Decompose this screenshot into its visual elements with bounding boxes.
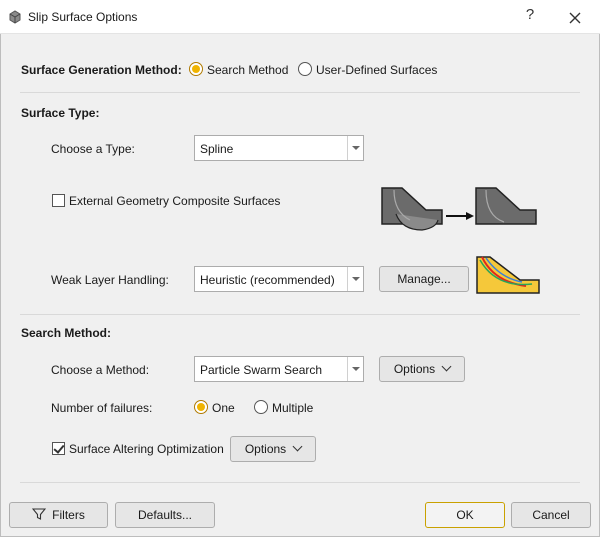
close-icon[interactable] xyxy=(565,8,585,28)
separator xyxy=(20,482,580,483)
choose-method-label: Choose a Method: xyxy=(51,363,150,377)
altering-options-button[interactable]: Options xyxy=(230,436,316,462)
altering-options-label: Options xyxy=(244,442,287,456)
weak-layer-value: Heuristic (recommended) xyxy=(200,273,335,287)
surface-type-heading: Surface Type: xyxy=(21,106,100,120)
chevron-down-icon[interactable] xyxy=(347,357,363,381)
search-options-button[interactable]: Options xyxy=(379,356,465,382)
surface-type-combo[interactable]: Spline xyxy=(194,135,364,161)
external-geometry-label[interactable]: External Geometry Composite Surfaces xyxy=(69,194,280,208)
user-defined-surfaces-label[interactable]: User-Defined Surfaces xyxy=(316,63,437,77)
number-of-failures-label: Number of failures: xyxy=(51,401,153,415)
chevron-down-icon[interactable] xyxy=(347,267,363,291)
app-icon xyxy=(9,10,21,24)
chevron-down-icon[interactable] xyxy=(347,136,363,160)
title-bar: Slip Surface Options ? xyxy=(0,0,600,34)
defaults-button[interactable]: Defaults... xyxy=(115,502,215,528)
surface-type-value: Spline xyxy=(200,142,234,156)
cancel-button[interactable]: Cancel xyxy=(511,502,591,528)
chevron-down-icon xyxy=(441,361,452,372)
search-method-label[interactable]: Search Method xyxy=(207,63,288,77)
failures-one-label[interactable]: One xyxy=(212,401,235,415)
weak-layer-label: Weak Layer Handling: xyxy=(51,273,169,287)
search-method-combo[interactable]: Particle Swarm Search xyxy=(194,356,364,382)
search-method-radio[interactable] xyxy=(189,62,203,76)
weak-layer-illustration-icon xyxy=(476,256,540,294)
generation-method-label: Surface Generation Method: xyxy=(21,63,182,77)
funnel-icon xyxy=(31,508,47,520)
search-options-label: Options xyxy=(393,362,436,376)
filters-label: Filters xyxy=(52,508,85,522)
separator xyxy=(20,92,580,93)
search-method-heading: Search Method: xyxy=(21,326,112,340)
help-button[interactable]: ? xyxy=(521,6,539,28)
failures-one-radio[interactable] xyxy=(194,400,208,414)
ok-button[interactable]: OK xyxy=(425,502,505,528)
window-title: Slip Surface Options xyxy=(28,10,138,24)
separator xyxy=(20,314,580,315)
manage-button[interactable]: Manage... xyxy=(379,266,469,292)
failures-multiple-radio[interactable] xyxy=(254,400,268,414)
weak-layer-combo[interactable]: Heuristic (recommended) xyxy=(194,266,364,292)
user-defined-surfaces-radio[interactable] xyxy=(298,62,312,76)
search-method-value: Particle Swarm Search xyxy=(200,363,323,377)
surface-altering-checkbox[interactable] xyxy=(52,442,65,455)
external-geometry-checkbox[interactable] xyxy=(52,194,65,207)
surface-altering-label[interactable]: Surface Altering Optimization xyxy=(69,442,224,456)
chevron-down-icon xyxy=(292,441,303,452)
failures-multiple-label[interactable]: Multiple xyxy=(272,401,313,415)
filters-button[interactable]: Filters xyxy=(9,502,108,528)
choose-type-label: Choose a Type: xyxy=(51,142,135,156)
composite-surface-illustration-icon xyxy=(381,187,537,231)
